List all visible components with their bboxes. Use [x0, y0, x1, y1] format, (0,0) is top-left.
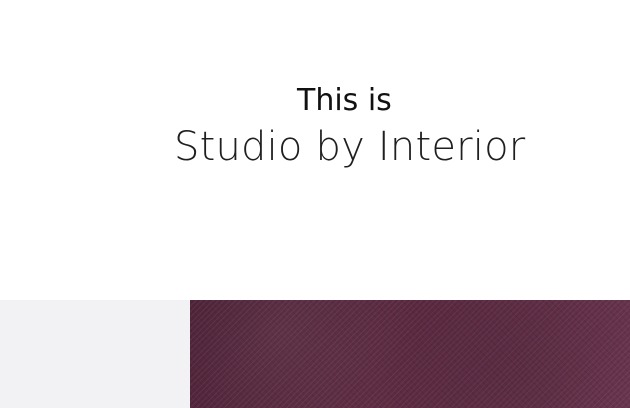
light-panel: [0, 300, 190, 408]
page: This is Studio by Interior: [0, 0, 630, 408]
hero-title: Studio by Interior: [174, 124, 526, 170]
fabric-image: [190, 300, 630, 408]
hero-section: This is Studio by Interior: [0, 0, 630, 300]
hero-eyebrow: This is: [297, 83, 392, 118]
